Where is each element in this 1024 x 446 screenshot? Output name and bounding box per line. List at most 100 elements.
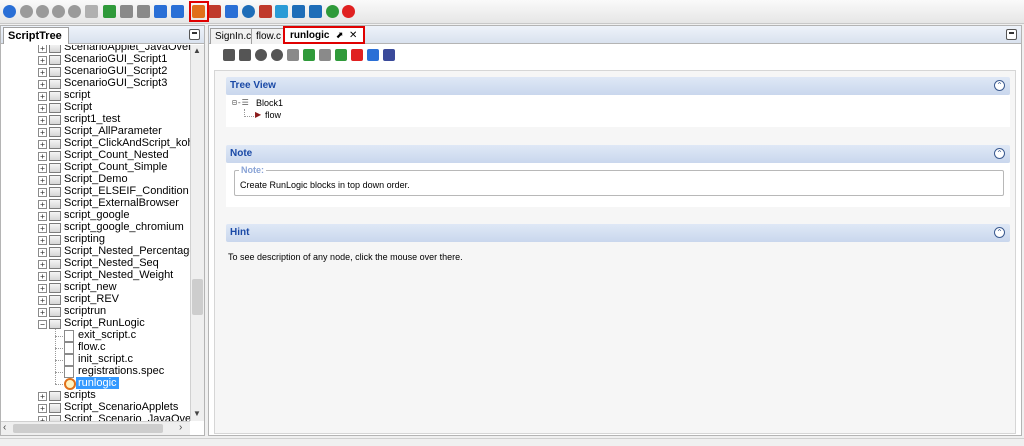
validate-icon[interactable] xyxy=(208,5,221,18)
database-icon[interactable] xyxy=(292,5,305,18)
gear-icon[interactable] xyxy=(242,5,255,18)
folder-icon xyxy=(49,259,61,269)
folder-icon xyxy=(49,235,61,245)
refresh-icon[interactable] xyxy=(326,5,339,18)
note-section-header[interactable]: Note ⌃ xyxy=(226,145,1010,163)
expand-node-icon[interactable]: + xyxy=(38,116,47,125)
run-icon[interactable] xyxy=(3,5,16,18)
expand-node-icon[interactable]: + xyxy=(38,308,47,317)
expand-node-icon[interactable]: + xyxy=(38,284,47,293)
loop-icon[interactable] xyxy=(303,49,315,61)
expand-node-icon[interactable]: + xyxy=(38,164,47,173)
tree-folder-item[interactable]: + Script_Scenario_JavaOverl xyxy=(1,413,190,421)
expand-node-icon[interactable]: + xyxy=(38,56,47,65)
runlogic-content: Tree View ⌃ ⊟-☰ Block1 ▶ flow Note ⌃ Not… xyxy=(214,70,1016,434)
tree-horizontal-scroll-thumb[interactable] xyxy=(13,424,163,433)
close-tab-icon[interactable]: ✕ xyxy=(349,30,357,41)
block-expand-icon[interactable]: ⊟-☰ xyxy=(232,98,249,107)
folder-icon xyxy=(49,175,61,185)
new-block-icon[interactable] xyxy=(223,49,235,61)
expand-node-icon[interactable]: + xyxy=(38,92,47,101)
collapse-icon[interactable] xyxy=(351,49,363,61)
expand-node-icon[interactable]: + xyxy=(38,248,47,257)
tree-guide xyxy=(55,348,63,349)
save-icon[interactable] xyxy=(120,5,133,18)
collapse-note-icon[interactable]: ⌃ xyxy=(994,148,1005,159)
comment-icon[interactable] xyxy=(85,5,98,18)
upload-icon[interactable] xyxy=(171,5,184,18)
expand-node-icon[interactable]: + xyxy=(38,188,47,197)
expand-node-icon[interactable]: + xyxy=(38,392,47,401)
power-icon[interactable] xyxy=(342,5,355,18)
download-icon[interactable] xyxy=(367,49,379,61)
step-icon[interactable] xyxy=(68,5,81,18)
scroll-right-icon[interactable]: › xyxy=(179,422,182,433)
expand-node-icon[interactable]: + xyxy=(38,260,47,269)
monitor-icon[interactable] xyxy=(309,5,322,18)
tree-vertical-scroll-thumb[interactable] xyxy=(192,279,203,315)
expand-node-icon[interactable]: + xyxy=(38,200,47,209)
move-down-icon[interactable] xyxy=(271,49,283,61)
expand-node-icon[interactable]: + xyxy=(38,45,47,53)
folder-icon xyxy=(49,307,61,317)
tab-runlogic[interactable]: runlogic ⬈ ✕ xyxy=(283,26,366,44)
scroll-down-icon[interactable]: ▼ xyxy=(193,409,201,418)
tab-script-tree[interactable]: ScriptTree xyxy=(3,27,69,44)
tab-signin-c[interactable]: SignIn.c xyxy=(210,28,257,44)
document-icon[interactable] xyxy=(383,49,395,61)
tree-item-label: Script_Nested_Percentage xyxy=(64,245,190,257)
tree-item-label: script_google_chromium xyxy=(64,221,184,233)
expand-node-icon[interactable]: + xyxy=(38,140,47,149)
expand-node-icon[interactable]: + xyxy=(38,404,47,413)
tab-flow-c[interactable]: flow.c xyxy=(251,28,287,44)
scroll-up-icon[interactable]: ▲ xyxy=(193,46,201,55)
copy-icon[interactable] xyxy=(319,49,331,61)
expand-icon[interactable] xyxy=(335,49,347,61)
tree-vertical-scrollbar[interactable]: ▲ ▼ xyxy=(190,45,204,421)
folder-icon xyxy=(49,223,61,233)
save-icon[interactable] xyxy=(287,49,299,61)
copy-icon[interactable] xyxy=(137,5,150,18)
expand-node-icon[interactable]: + xyxy=(38,128,47,137)
tree-view-section-header[interactable]: Tree View ⌃ xyxy=(226,77,1010,95)
pause-icon[interactable] xyxy=(36,5,49,18)
folder-icon xyxy=(49,151,61,161)
tree-horizontal-scrollbar[interactable]: ‹ › xyxy=(1,421,190,435)
add-block-icon[interactable] xyxy=(239,49,251,61)
tree-folder-item[interactable]: + ScenarioGUI_Script3 xyxy=(1,77,190,90)
move-up-icon[interactable] xyxy=(255,49,267,61)
collapse-tree-view-icon[interactable]: ⌃ xyxy=(994,80,1005,91)
collapse-node-icon[interactable]: − xyxy=(38,320,47,329)
edit-icon[interactable] xyxy=(259,5,272,18)
collapse-hint-icon[interactable]: ⌃ xyxy=(994,227,1005,238)
tree-node-block[interactable]: Block1 xyxy=(256,98,283,108)
add-icon[interactable] xyxy=(103,5,116,18)
download-icon[interactable] xyxy=(154,5,167,18)
expand-node-icon[interactable]: + xyxy=(38,212,47,221)
maximize-panel-icon[interactable] xyxy=(189,29,200,40)
expand-node-icon[interactable]: + xyxy=(38,224,47,233)
pin-tab-icon[interactable]: ⬈ xyxy=(335,30,343,40)
expand-node-icon[interactable]: + xyxy=(38,176,47,185)
folder-icon xyxy=(49,187,61,197)
expand-node-icon[interactable]: + xyxy=(38,152,47,161)
tree-item-label: scripting xyxy=(64,233,105,245)
tree-item-label: flow.c xyxy=(78,341,106,353)
tree-folder-item[interactable]: + script xyxy=(1,89,190,102)
expand-node-icon[interactable]: + xyxy=(38,104,47,113)
expand-node-icon[interactable]: + xyxy=(38,296,47,305)
tree-item-label: init_script.c xyxy=(78,353,134,365)
tree-node-flow[interactable]: flow xyxy=(265,110,281,120)
maximize-editor-icon[interactable] xyxy=(1006,29,1017,40)
stop-icon[interactable] xyxy=(20,5,33,18)
expand-node-icon[interactable]: + xyxy=(38,236,47,245)
abort-icon[interactable] xyxy=(52,5,65,18)
expand-node-icon[interactable]: + xyxy=(38,272,47,281)
settings-icon[interactable] xyxy=(225,5,238,18)
scroll-left-icon[interactable]: ‹ xyxy=(3,422,6,433)
expand-node-icon[interactable]: + xyxy=(38,68,47,77)
hint-section-header[interactable]: Hint ⌃ xyxy=(226,224,1010,242)
note-body: Note: Create RunLogic blocks in top down… xyxy=(226,163,1010,207)
expand-node-icon[interactable]: + xyxy=(38,80,47,89)
record-icon[interactable] xyxy=(275,5,288,18)
